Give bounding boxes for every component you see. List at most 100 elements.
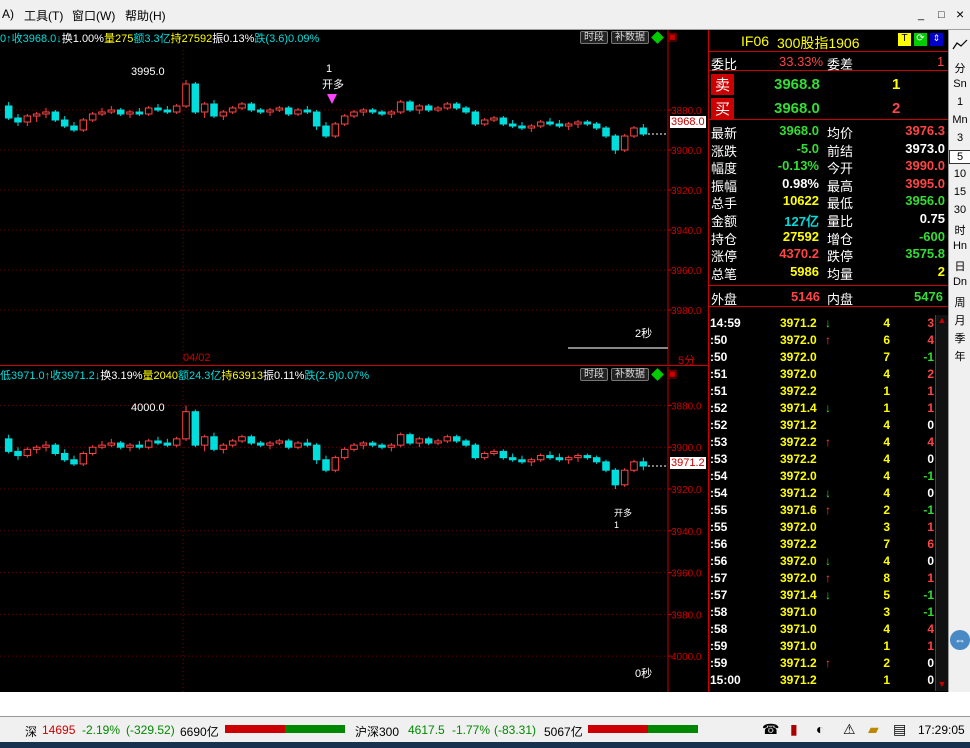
tick-arrow: ↓ — [825, 554, 831, 568]
scroll-down-icon[interactable]: ▼ — [936, 679, 948, 691]
period-option[interactable]: 周 — [949, 294, 970, 310]
tick-time: :58 — [710, 605, 728, 619]
tick-volume: 5 — [883, 588, 890, 602]
tick-time: :50 — [710, 350, 728, 364]
candle-body — [191, 411, 200, 446]
buy-row[interactable]: 买 3968.0 2 — [709, 98, 949, 120]
tick-price: 3972.0 — [780, 554, 817, 568]
period-option[interactable]: 日 — [949, 258, 970, 274]
tick-delta: 6 — [927, 537, 934, 551]
period-option[interactable]: 年 — [949, 348, 970, 364]
candle-body — [116, 442, 125, 448]
scroll-up-icon[interactable]: ▲ — [936, 315, 948, 327]
candle-body — [508, 457, 517, 461]
tick-time: :59 — [710, 639, 728, 653]
scroll-updown-icon[interactable]: ⇕ — [930, 33, 943, 46]
period-option[interactable]: 5 — [949, 150, 970, 164]
period-option[interactable]: Mn — [949, 114, 970, 126]
alert-icon[interactable]: ⚠ — [843, 721, 856, 738]
period-option[interactable]: 月 — [949, 312, 970, 328]
phone-icon[interactable]: ☎ — [762, 721, 779, 738]
period-option[interactable]: 15 — [949, 186, 970, 198]
quote-stat-row: 最新 3968.0 均价 3976.3 — [709, 122, 949, 141]
candle-body — [480, 119, 489, 125]
tick-list[interactable]: 14:59 3971.2 ↓ 4 3:50 3972.0 ↑ 6 4:50 3972.0 7 -1:5… — [709, 314, 949, 692]
period-option[interactable]: Sn — [949, 78, 970, 90]
menu-help[interactable]: 帮助(H) — [125, 7, 166, 24]
candle-body — [443, 103, 452, 109]
candle-body — [116, 109, 125, 115]
cylinder-icon[interactable]: ▮ — [790, 721, 798, 738]
notebook-icon[interactable]: ▰ — [868, 721, 879, 738]
sell-label: 卖 — [711, 74, 735, 95]
tick-arrow: ↓ — [825, 588, 831, 602]
candle-body — [396, 101, 405, 113]
period-option[interactable]: 分 — [949, 60, 970, 76]
period-option[interactable]: 时 — [949, 222, 970, 238]
globe-icon[interactable]: ◐ — [816, 721, 824, 737]
candle-body — [182, 83, 190, 107]
tick-time: :58 — [710, 622, 728, 636]
tick-volume: 4 — [883, 486, 890, 500]
stat-value: 0.98% — [782, 175, 819, 191]
period-option[interactable]: 1 — [949, 96, 970, 108]
candle-body — [135, 111, 144, 115]
period-option[interactable]: 季 — [949, 330, 970, 346]
tick-arrow: ↑ — [825, 656, 831, 670]
period-option[interactable]: 3 — [949, 132, 970, 144]
sz-index[interactable]: 14695 — [42, 723, 75, 737]
trade-icon[interactable]: T — [898, 33, 911, 46]
chart-panel-bottom[interactable]: 低3971.0↑收3971.2↓换3.19%量2040额24.3亿持63913振… — [0, 367, 708, 692]
refresh-icon[interactable]: ⟳ — [914, 33, 927, 46]
tick-delta: 0 — [927, 554, 934, 568]
candle-body — [592, 123, 601, 129]
sell-row[interactable]: 卖 3968.8 1 — [709, 74, 949, 96]
candle-body — [163, 109, 172, 113]
close-button[interactable]: × — [956, 6, 964, 22]
tick-row: :57 3972.0 ↑ 8 1 — [710, 569, 950, 586]
candlestick-chart-top[interactable]: 3980.03960.03940.03920.03900.03880.0 — [0, 30, 708, 366]
menu-tools[interactable]: 工具(T) — [24, 7, 63, 24]
tick-arrow: ↑ — [825, 503, 831, 517]
weibi-row: 委比 33.33% 委差 1 — [709, 53, 949, 72]
signal-count-label: 1 — [326, 63, 333, 75]
tick-price: 3971.4 — [780, 401, 817, 415]
sell-volume: 1 — [892, 76, 901, 93]
candle-body — [322, 459, 330, 471]
minimize-button[interactable]: _ — [918, 9, 924, 21]
tick-row: :56 3972.0 ↓ 4 0 — [710, 552, 950, 569]
candle-body — [172, 438, 181, 446]
menu-item-a[interactable]: A) — [2, 7, 14, 21]
candle-body — [144, 440, 153, 448]
line-chart-icon[interactable] — [952, 38, 968, 52]
period-option[interactable]: Dn — [949, 276, 970, 288]
document-icon[interactable]: ▤ — [893, 721, 906, 738]
candle-body — [4, 105, 13, 119]
tick-scrollbar[interactable]: ▲ ▼ — [935, 315, 948, 691]
candle-body — [210, 103, 218, 117]
candle-body — [490, 450, 498, 454]
tick-row: :59 3971.2 ↑ 2 0 — [710, 654, 950, 671]
tick-delta: 1 — [927, 639, 934, 653]
candle-body — [256, 109, 265, 113]
hs300-index[interactable]: 4617.5 — [408, 723, 445, 737]
period-option[interactable]: Hn — [949, 240, 970, 252]
chart-panel-top[interactable]: 0↑收3968.0↓换1.00%量275额3.3亿持27592振0.13%跌(3… — [0, 30, 708, 367]
candlestick-chart-bottom[interactable]: 4000.0 3980.0 3960.0 3940.0 3920.0 3900.0 3880… — [0, 367, 708, 692]
scroll-indicator[interactable] — [568, 347, 668, 349]
tick-price: 3972.2 — [780, 384, 817, 398]
menu-window[interactable]: 窗口(W) — [72, 7, 115, 24]
expand-panel-icon[interactable]: ⇔ — [950, 630, 970, 650]
y-tick-label: 3920.0 — [671, 186, 702, 197]
quote-stat-row: 涨跌 -5.0 前结 3973.0 — [709, 140, 949, 159]
candle-body — [182, 411, 190, 440]
period-option[interactable]: 30 — [949, 204, 970, 216]
period-option[interactable]: 10 — [949, 168, 970, 180]
maximize-button[interactable]: □ — [938, 9, 945, 21]
candle-body — [154, 107, 162, 111]
candle-body — [98, 111, 106, 115]
candle-body — [340, 448, 349, 459]
candle-body — [294, 442, 302, 448]
tick-arrow: ↓ — [825, 486, 831, 500]
tick-row: :55 3972.0 3 1 — [710, 518, 950, 535]
